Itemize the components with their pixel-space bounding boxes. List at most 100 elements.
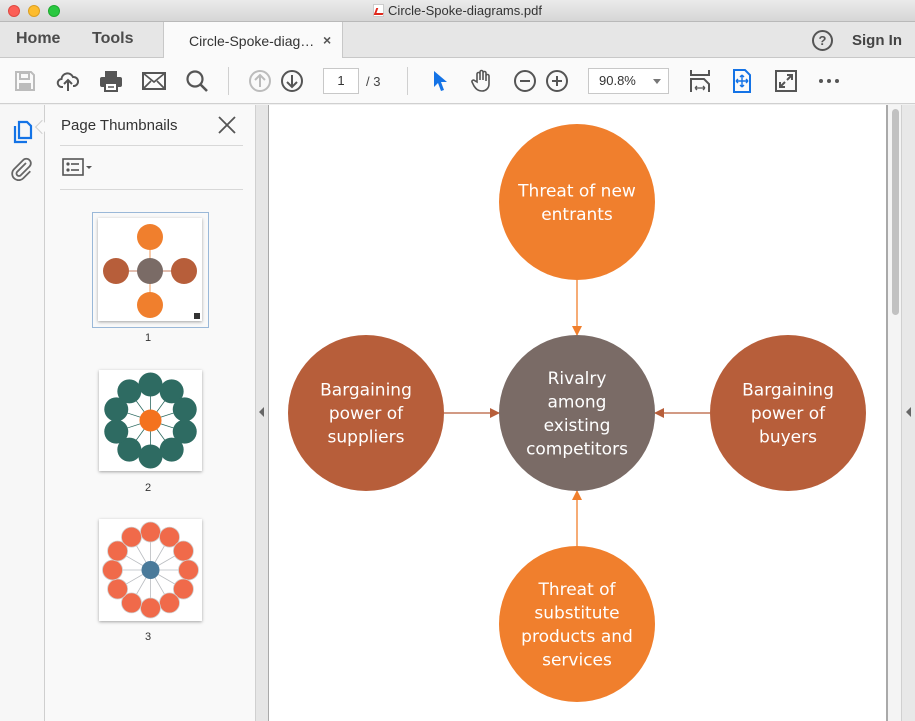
center-node-label: existing <box>544 416 611 436</box>
tab-home[interactable]: Home <box>16 30 60 48</box>
spoke-node-right-label: Bargaining <box>742 381 834 401</box>
center-node-circle <box>499 335 655 491</box>
zoom-out-icon[interactable] <box>513 69 537 93</box>
search-icon[interactable] <box>185 69 209 93</box>
spoke-node-top-circle <box>499 124 655 280</box>
page-down-icon[interactable] <box>280 69 304 93</box>
expand-right-panel-icon[interactable] <box>906 407 911 417</box>
thumb-node <box>107 578 128 600</box>
tab-document-label: Circle-Spoke-diag… <box>189 33 315 49</box>
spoke-node-bottom-label: Threat of <box>537 580 616 600</box>
close-icon[interactable] <box>217 115 237 135</box>
thumb-node <box>172 397 197 422</box>
help-icon[interactable]: ? <box>812 30 833 51</box>
thumb-node <box>138 444 163 469</box>
spoke-node-bottom: Threat of substitute products and services <box>499 546 655 702</box>
spoke-node-right-label: power of <box>751 404 826 424</box>
spoke-node-right: Bargaining power of buyers <box>710 335 866 491</box>
zoom-level-select[interactable]: 90.8% <box>588 68 669 94</box>
right-panel-toggle[interactable] <box>901 105 915 721</box>
page-total: / 3 <box>366 74 381 89</box>
page-thumbnail-2[interactable] <box>99 370 202 471</box>
circle-spoke-diagram: Threat of new entrants Bargaining power of s… <box>288 124 866 702</box>
sign-in-button[interactable]: Sign In <box>852 32 902 49</box>
thumbnail-page-number: 3 <box>144 631 152 643</box>
spoke-node-top-label: Threat of new <box>517 181 636 201</box>
collapse-left-icon[interactable] <box>259 407 264 417</box>
spoke-node-left-label: power of <box>329 404 404 424</box>
center-node-label: among <box>548 392 607 412</box>
center-node: Rivalry among existing competitors <box>499 335 655 491</box>
fit-page-icon[interactable] <box>688 69 712 93</box>
attachments-icon[interactable] <box>10 157 34 182</box>
close-tab-icon[interactable]: × <box>323 32 331 48</box>
sidebar-splitter[interactable] <box>255 105 269 721</box>
hand-tool-icon[interactable] <box>470 69 494 93</box>
thumb-node <box>138 372 163 397</box>
scrollbar-thumb[interactable] <box>892 109 899 315</box>
full-screen-icon[interactable] <box>774 69 798 93</box>
thumb-center <box>139 409 162 432</box>
page-thumbnail-1[interactable] <box>98 218 202 321</box>
page-thumbnails-panel: Page Thumbnails 1 2 3 <box>45 105 255 721</box>
page-number-input[interactable]: 1 <box>323 68 359 94</box>
email-icon[interactable] <box>142 69 166 93</box>
thumb-node <box>173 540 194 562</box>
spoke-node-right-label: buyers <box>759 428 817 448</box>
thumb-node <box>159 592 180 614</box>
pdf-file-icon <box>373 4 385 17</box>
spoke-node-top-label: entrants <box>541 205 613 225</box>
spoke-node-left-label: suppliers <box>328 428 405 448</box>
thumb-center <box>141 561 160 579</box>
thumb-node <box>178 559 199 581</box>
thumb-node <box>102 559 123 581</box>
scroll-mode-icon[interactable] <box>730 69 754 93</box>
pdf-viewer-window: Circle-Spoke-diagrams.pdf Home Tools Cir… <box>0 0 915 721</box>
thumbnail-page-number: 2 <box>144 482 152 494</box>
vertical-scrollbar[interactable] <box>886 105 901 721</box>
thumbnail-options-button[interactable] <box>62 158 94 176</box>
spoke-node-bottom-label: products and <box>521 627 633 647</box>
tab-bar: Home Tools Circle-Spoke-diag… × ? Sign I… <box>0 22 915 59</box>
spoke-node-bottom-label: substitute <box>534 603 619 623</box>
thumb-node <box>104 419 129 444</box>
page-thumbnails-icon[interactable] <box>10 120 34 144</box>
panel-title: Page Thumbnails <box>61 117 178 134</box>
title-bar: Circle-Spoke-diagrams.pdf <box>0 0 915 22</box>
divider <box>60 145 243 146</box>
upload-cloud-icon[interactable] <box>56 69 80 93</box>
select-cursor-icon[interactable] <box>428 69 452 93</box>
page-thumbnail-3[interactable] <box>99 519 202 621</box>
spoke-node-left-label: Bargaining <box>320 381 412 401</box>
toolbar: 1 / 3 90.8% <box>0 58 915 104</box>
center-node-label: Rivalry <box>548 369 607 389</box>
thumb-node <box>140 521 161 543</box>
save-icon[interactable] <box>13 69 37 93</box>
toolbar-divider <box>228 67 229 95</box>
spoke-node-bottom-label: services <box>542 650 612 670</box>
page-up-icon[interactable] <box>248 69 272 93</box>
center-node-label: competitors <box>526 439 628 459</box>
divider <box>60 189 243 190</box>
thumb-node <box>140 597 161 619</box>
window-title-text: Circle-Spoke-diagrams.pdf <box>388 3 542 18</box>
thumb-node <box>159 437 184 462</box>
zoom-level-value: 90.8% <box>599 73 636 88</box>
more-icon[interactable] <box>817 69 841 93</box>
tab-document[interactable]: Circle-Spoke-diag… × <box>163 22 343 59</box>
toolbar-divider <box>407 67 408 95</box>
thumb-node <box>121 526 142 548</box>
window-title: Circle-Spoke-diagrams.pdf <box>0 3 915 18</box>
zoom-in-icon[interactable] <box>545 69 569 93</box>
left-icon-rail <box>0 105 50 721</box>
spoke-node-bottom-circle <box>499 546 655 702</box>
spoke-node-top: Threat of new entrants <box>499 124 655 280</box>
tab-tools[interactable]: Tools <box>92 30 133 48</box>
print-icon[interactable] <box>99 69 123 93</box>
resize-handle[interactable] <box>194 313 200 319</box>
spoke-node-left: Bargaining power of suppliers <box>288 335 444 491</box>
document-page: Threat of new entrants Bargaining power of s… <box>269 105 886 721</box>
thumb-node <box>117 379 142 404</box>
thumbnail-page-number: 1 <box>144 332 152 344</box>
chevron-down-icon <box>653 79 661 84</box>
